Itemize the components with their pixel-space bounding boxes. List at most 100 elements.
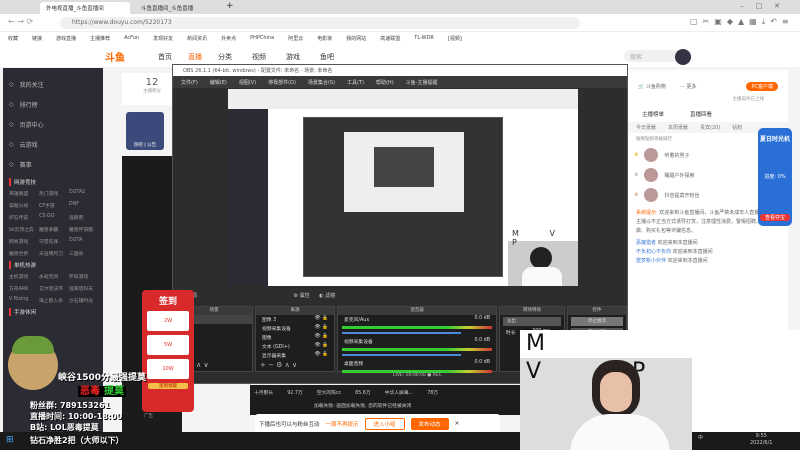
sidebar-game-link[interactable]: DOTA	[69, 238, 97, 245]
obs-menu-item[interactable]: 斗鱼-主播提醒	[406, 79, 438, 86]
join-group-button[interactable]: 进入小组	[364, 417, 405, 430]
sidebar-game-link[interactable]: 方舟ARK	[9, 285, 37, 292]
sidebar-game-link[interactable]: V Rising	[9, 297, 37, 304]
obs-menu-item[interactable]: 停靠部件(D)	[268, 79, 296, 86]
sidebar-game-link[interactable]: 穿越火线	[9, 202, 37, 209]
sidebar-item[interactable]: ◇ 赛事	[9, 154, 97, 174]
transition-select[interactable]: 淡出	[503, 317, 561, 326]
source-item[interactable]: 图像 3 👁 🔓	[256, 315, 334, 324]
properties-button[interactable]: ⚙ 属性	[294, 293, 310, 299]
replay-tab[interactable]: 直播回看	[690, 110, 712, 118]
sidebar-game-link[interactable]: 海上狼人杀	[39, 297, 67, 304]
obs-menu-item[interactable]: 帮助(H)	[376, 79, 394, 86]
bookmark-item[interactable]: TL-WDR	[414, 35, 434, 42]
bookmark-item[interactable]: AcFun	[124, 35, 139, 42]
sidebar-item[interactable]: ◇ 排行榜	[9, 94, 97, 114]
stream-name[interactable]: 空大的陈cc	[317, 389, 341, 396]
bookmark-item[interactable]: 高速联盟	[380, 35, 400, 42]
signin-button[interactable]: 签到领取	[148, 383, 188, 389]
sidebar-game-link[interactable]: 魔兽世界	[9, 250, 37, 257]
back-forward-reload-icons[interactable]: ← → ⟳	[8, 17, 33, 26]
bookmark-item[interactable]: 我的网站	[346, 35, 366, 42]
sidebar-game-link[interactable]: 怀旧游戏	[69, 273, 97, 280]
close-icon[interactable]: ✕	[455, 421, 460, 427]
bookmark-item[interactable]: 电影家	[317, 35, 332, 42]
sidebar-game-link[interactable]: 三国杀	[69, 250, 97, 257]
nav-home[interactable]: 首页	[158, 52, 172, 62]
volume-slider[interactable]	[342, 354, 461, 356]
rank-tab[interactable]: 今日贡献	[636, 124, 656, 131]
sidebar-game-link[interactable]: 主机游戏	[9, 273, 37, 280]
sidebar-game-link[interactable]: 网易游戏	[9, 238, 37, 245]
shop-button[interactable]: 🛒 斗鱼购物	[638, 83, 666, 90]
more-button[interactable]: ⋯ 更多	[680, 83, 697, 90]
windows-start-icon[interactable]: ⊞	[6, 435, 14, 445]
tab-2[interactable]: 斗鱼直播间_斗鱼直播	[135, 2, 217, 14]
rank-tab[interactable]: 本周贡献	[668, 124, 688, 131]
douyu-logo[interactable]: 斗鱼	[105, 49, 125, 64]
filters-button[interactable]: ◐ 滤镜	[319, 293, 335, 299]
chat-user[interactable]: 恶魔猎者	[636, 240, 656, 246]
source-item[interactable]: 视频采集设备 👁 🔓	[256, 324, 334, 333]
obs-menu-item[interactable]: 视图(V)	[239, 79, 256, 86]
stop-streaming-button[interactable]: 停止推流	[571, 317, 623, 326]
sidebar-game-link[interactable]: 艾尔登法环	[39, 285, 67, 292]
extension-icons[interactable]: ▢✂▣◆▲▦⤓↶≡	[690, 17, 794, 27]
nav-video[interactable]: 视频	[252, 52, 266, 62]
obs-preview[interactable]: M V P	[228, 89, 578, 286]
visibility-lock-icons[interactable]: 👁 🔓	[314, 316, 328, 323]
ime-indicator[interactable]: 中	[698, 435, 703, 441]
sidebar-game-link[interactable]: 守望先锋	[39, 238, 67, 245]
url-input[interactable]: https://www.douyu.com/5220173	[60, 17, 580, 29]
sidebar-game-link[interactable]: CF手游	[39, 202, 67, 209]
bookmark-item[interactable]: 收藏	[8, 35, 18, 42]
chat-user[interactable]: 不负初心不负你	[636, 249, 671, 255]
sidebar-game-link[interactable]: 逃离塔科夫	[69, 285, 97, 292]
sidebar-item[interactable]: ◇ 页游中心	[9, 114, 97, 134]
bookmark-item[interactable]: PHPChina	[250, 35, 274, 42]
source-item[interactable]: 文本 (GDI+) 👁 🔓	[256, 342, 334, 351]
new-tab-button[interactable]: +	[226, 1, 234, 11]
bookmark-item[interactable]: 链接	[32, 35, 42, 42]
bookmark-item[interactable]: 发现好友	[153, 35, 173, 42]
sidebar-game-link[interactable]: 永劫无间	[39, 273, 67, 280]
visibility-lock-icons[interactable]: 👁 🔓	[314, 334, 328, 341]
sidebar-game-link[interactable]: 魔兽怀旧服	[69, 226, 97, 233]
bookmark-item[interactable]: 阿里云	[288, 35, 303, 42]
visibility-lock-icons[interactable]: 👁 🔓	[314, 352, 328, 359]
sidebar-section-title[interactable]: 手游休闲	[9, 308, 97, 316]
user-avatar[interactable]	[675, 49, 691, 65]
sidebar-game-link[interactable]: 天涯明月刀	[39, 250, 67, 257]
pc-client-button[interactable]: PC客户端	[746, 81, 778, 91]
anchor-rank-tab[interactable]: 主播榜单	[642, 110, 664, 118]
sidebar-game-link[interactable]: 英雄联盟	[9, 190, 37, 197]
toast-dismiss-link[interactable]: 一周不再提示	[326, 420, 359, 428]
visibility-lock-icons[interactable]: 👁 🔓	[314, 325, 328, 332]
window-controls[interactable]: –□✕	[740, 2, 792, 10]
obs-menu-item[interactable]: 编辑(E)	[210, 79, 227, 86]
volume-slider[interactable]	[342, 332, 461, 334]
sidebar-item[interactable]: ◇ 云游戏	[9, 134, 97, 154]
bookmark-item[interactable]: 外卖点	[221, 35, 236, 42]
obs-menu-item[interactable]: 场景集合(S)	[308, 79, 335, 86]
visibility-lock-icons[interactable]: 👁 🔓	[314, 343, 328, 350]
event-widget[interactable]: 夏日时光机 进度: 0% 查看夺宝	[758, 128, 792, 226]
bookmark-item[interactable]: 新闻资讯	[187, 35, 207, 42]
obs-menu-item[interactable]: 工具(T)	[347, 79, 364, 86]
rank-tab[interactable]: 贵宾(20)	[700, 124, 720, 131]
sidebar-game-link[interactable]: 炉石传说	[9, 214, 37, 221]
bookmark-item[interactable]: 主播推荐	[90, 35, 110, 42]
nav-live[interactable]: 直播	[188, 52, 202, 62]
sidebar-game-link[interactable]: DNF	[69, 202, 97, 209]
sidebar-game-link[interactable]: 魔兽争霸	[39, 226, 67, 233]
publish-button[interactable]: 发布动态	[410, 417, 449, 430]
sidebar-game-link[interactable]: 沙石镇时光	[69, 297, 97, 304]
sidebar-game-link[interactable]: CS:GO	[39, 214, 67, 221]
source-controls[interactable]: + − ⚙ ∧ ∨	[260, 361, 297, 369]
sidebar-game-link[interactable]: DOTA2	[69, 190, 97, 197]
bookmark-item[interactable]: [视频]	[448, 35, 462, 42]
anchor-avatar[interactable]: 热吧 | 公告	[126, 112, 164, 150]
nav-yuba[interactable]: 鱼吧	[320, 52, 334, 62]
sidebar-item[interactable]: ◇ 我的关注	[9, 74, 97, 94]
source-item[interactable]: 图像 👁 🔓	[256, 333, 334, 342]
